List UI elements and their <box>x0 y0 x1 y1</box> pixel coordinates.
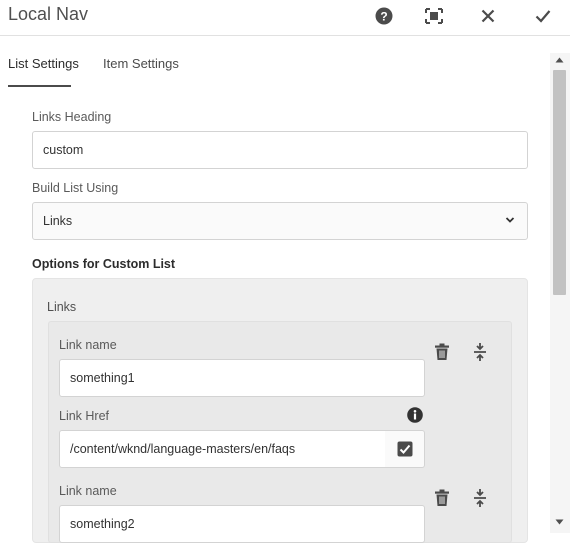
help-button[interactable]: ? <box>372 5 396 27</box>
link-href-input[interactable]: /content/wknd/language-masters/en/faqs <box>59 430 386 468</box>
scroll-up-arrow-icon[interactable] <box>555 57 564 63</box>
links-multifield-label: Links <box>47 300 77 314</box>
select-checkbox-icon <box>397 441 412 457</box>
fullscreen-button[interactable] <box>422 5 446 27</box>
dialog-header: Local Nav ? <box>0 0 570 36</box>
chevron-down-icon <box>505 217 515 223</box>
checkmark-icon <box>535 10 551 23</box>
dialog-title: Local Nav <box>8 4 89 24</box>
scroll-down-arrow-icon[interactable] <box>555 519 564 525</box>
move-icon <box>474 489 486 507</box>
move-icon <box>474 343 486 361</box>
link-href-label: Link Href <box>59 409 110 423</box>
trash-icon <box>435 489 449 506</box>
delete-item-button[interactable] <box>432 488 452 508</box>
build-list-using-label: Build List Using <box>32 181 119 195</box>
path-browser-button[interactable] <box>385 430 425 468</box>
tab-item-settings[interactable]: Item Settings <box>103 56 179 77</box>
links-heading-label: Links Heading <box>32 110 112 124</box>
svg-text:?: ? <box>380 10 387 24</box>
link-name-label: Link name <box>59 338 117 352</box>
reorder-item-handle[interactable] <box>470 488 490 508</box>
tab-list-settings[interactable]: List Settings <box>8 56 79 77</box>
build-list-using-select[interactable]: Links <box>32 202 528 240</box>
done-button[interactable] <box>531 5 555 27</box>
cancel-button[interactable] <box>476 5 500 27</box>
link-name-input[interactable]: something2 <box>59 505 425 543</box>
link-name-label: Link name <box>59 484 117 498</box>
trash-icon <box>435 343 449 360</box>
active-tab-indicator <box>8 85 71 87</box>
fullscreen-icon <box>425 8 443 24</box>
scrollbar-thumb[interactable] <box>553 70 566 295</box>
links-heading-input[interactable]: custom <box>32 131 528 169</box>
delete-item-button[interactable] <box>432 342 452 362</box>
reorder-item-handle[interactable] <box>470 342 490 362</box>
help-icon: ? <box>375 7 393 25</box>
link-name-input[interactable]: something1 <box>59 359 425 397</box>
build-list-using-value: Links <box>43 214 73 228</box>
info-icon[interactable] <box>407 407 423 423</box>
close-icon <box>481 9 495 23</box>
custom-list-section-title: Options for Custom List <box>32 257 176 271</box>
